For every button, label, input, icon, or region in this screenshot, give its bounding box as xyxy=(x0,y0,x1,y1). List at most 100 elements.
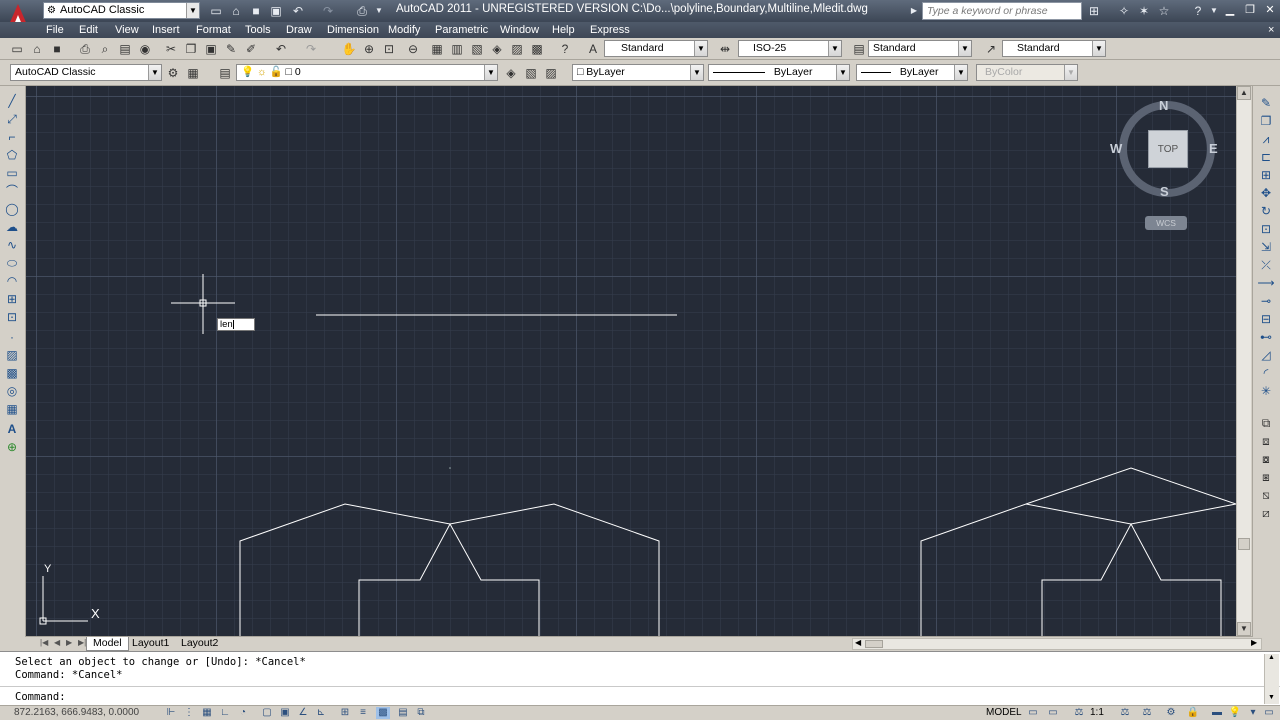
multileader-style-icon[interactable]: ↗ xyxy=(982,40,1000,58)
dimension-style-icon[interactable]: ⇹ xyxy=(716,40,734,58)
coordinate-readout[interactable]: 872.2163, 666.9483, 0.0000 xyxy=(14,707,139,718)
restore-button[interactable]: ❐ xyxy=(1242,3,1258,17)
3d-osnap-icon[interactable]: ▣ xyxy=(278,707,292,719)
annotation-scale-value[interactable]: 1:1 xyxy=(1090,707,1104,718)
tab-layout1[interactable]: Layout1 xyxy=(126,637,175,651)
point-icon[interactable]: · xyxy=(3,328,21,346)
join-icon[interactable]: ⊷ xyxy=(1257,328,1275,346)
viewcube-top-face[interactable]: TOP xyxy=(1148,130,1188,168)
qat-dropdown-icon[interactable]: ▼ xyxy=(371,3,387,19)
wcs-menu-button[interactable]: WCS xyxy=(1145,216,1187,230)
menu-parametric[interactable]: Parametric xyxy=(435,22,488,38)
grid-display-icon[interactable]: ▦ xyxy=(200,707,214,719)
menu-window[interactable]: Window xyxy=(500,22,539,38)
scale-icon[interactable]: ⊡ xyxy=(1257,220,1275,238)
polar-tracking-icon[interactable]: ◔ xyxy=(236,707,250,719)
clean-screen-icon[interactable]: ▭ xyxy=(1262,707,1276,719)
break-icon[interactable]: ⊟ xyxy=(1257,310,1275,328)
add-selected-icon[interactable]: ⊕ xyxy=(3,438,21,456)
hardware-acceleration-icon[interactable]: ▬ xyxy=(1210,707,1224,719)
layer-properties-icon[interactable]: ▤ xyxy=(216,64,234,82)
table-style-select[interactable]: Standard ▼ xyxy=(868,40,972,57)
undo-icon[interactable]: ↶ xyxy=(272,40,290,58)
mirror-icon[interactable]: ⩘ xyxy=(1257,130,1275,148)
compass-south[interactable]: S xyxy=(1160,184,1169,199)
send-under-icon[interactable]: ⧅ xyxy=(1257,486,1275,504)
construction-line-icon[interactable]: ⤢ xyxy=(3,110,21,128)
tool-palettes-icon[interactable]: ▧ xyxy=(468,40,486,58)
scroll-up-icon[interactable]: ▲ xyxy=(1237,86,1251,100)
vertical-scrollbar[interactable]: ▲ ▼ xyxy=(1236,86,1251,637)
layer-select[interactable]: 💡 ☼ 🔓 □ 0 ▼ xyxy=(236,64,498,81)
text-to-front-icon[interactable]: ⧄ xyxy=(1257,504,1275,522)
compass-north[interactable]: N xyxy=(1159,98,1168,113)
fillet-icon[interactable]: ◜ xyxy=(1257,364,1275,382)
match-properties-icon[interactable]: ✎ xyxy=(222,40,240,58)
workspace-switcher[interactable]: ⚙ AutoCAD Classic ▼ xyxy=(43,2,200,19)
customize-icon[interactable]: ▦ xyxy=(184,64,202,82)
minimize-button[interactable]: ▁ xyxy=(1222,3,1238,17)
scroll-down-icon[interactable]: ▼ xyxy=(1268,694,1275,701)
hscroll-thumb[interactable] xyxy=(865,640,883,648)
scroll-right-icon[interactable]: ▶ xyxy=(1251,638,1257,647)
color-select[interactable]: □ ByLayer ▼ xyxy=(572,64,704,81)
workspace-settings-icon[interactable]: ⚙ xyxy=(164,64,182,82)
object-snap-icon[interactable]: ▢ xyxy=(260,707,274,719)
polygon-icon[interactable]: ⬠ xyxy=(3,146,21,164)
dynamic-input-icon[interactable]: ⊞ xyxy=(338,707,352,719)
drawing-canvas[interactable]: . len Y X N S E W TOP WCS xyxy=(26,86,1236,637)
first-tab-icon[interactable]: |◀ xyxy=(40,638,48,647)
table-icon[interactable]: ▦ xyxy=(3,400,21,418)
3d-dwf-icon[interactable]: ◉ xyxy=(136,40,154,58)
move-icon[interactable]: ✥ xyxy=(1257,184,1275,202)
chamfer-icon[interactable]: ◿ xyxy=(1257,346,1275,364)
menu-edit[interactable]: Edit xyxy=(79,22,98,38)
snap-mode-icon[interactable]: ⋮ xyxy=(182,707,196,719)
new-icon[interactable]: ▭ xyxy=(208,3,224,19)
annotation-visibility-icon[interactable]: ⚖ xyxy=(1118,707,1132,719)
offset-icon[interactable]: ⊏ xyxy=(1257,148,1275,166)
selection-cycling-icon[interactable]: ⧉ xyxy=(414,707,428,719)
save-icon[interactable]: ■ xyxy=(248,3,264,19)
scroll-left-icon[interactable]: ◀ xyxy=(855,638,861,647)
menu-close-icon[interactable]: × xyxy=(1268,22,1274,38)
allow-dynamic-ucs-icon[interactable]: ⊾ xyxy=(314,707,328,719)
compass-west[interactable]: W xyxy=(1110,141,1122,156)
toolbar-lock-icon[interactable]: 🔒 xyxy=(1186,707,1200,719)
help-icon[interactable]: ? xyxy=(1190,3,1206,19)
menu-help[interactable]: Help xyxy=(552,22,575,38)
bring-to-front-icon[interactable]: ⧈ xyxy=(1257,432,1275,450)
transparency-icon[interactable]: ▩ xyxy=(376,707,390,719)
infer-constraints-icon[interactable]: ⊩ xyxy=(164,707,178,719)
design-center-icon[interactable]: ▥ xyxy=(448,40,466,58)
close-button[interactable]: ✕ xyxy=(1262,3,1278,17)
menu-draw[interactable]: Draw xyxy=(286,22,312,38)
make-block-icon[interactable]: ⊡ xyxy=(3,308,21,326)
stretch-icon[interactable]: ⇲ xyxy=(1257,238,1275,256)
help-icon[interactable]: ? xyxy=(556,40,574,58)
sheet-set-icon[interactable]: ◈ xyxy=(488,40,506,58)
draw-order-icon[interactable]: ⧉ xyxy=(1257,414,1275,432)
subscription-icon[interactable]: ✧ xyxy=(1116,3,1132,19)
insert-block-icon[interactable]: ⊞ xyxy=(3,290,21,308)
copy-icon[interactable]: ❐ xyxy=(1257,112,1275,130)
ellipse-arc-icon[interactable]: ◠ xyxy=(3,272,21,290)
properties-icon[interactable]: ▦ xyxy=(428,40,446,58)
erase-icon[interactable]: ✎ xyxy=(1257,94,1275,112)
workspace-switching-icon[interactable]: ⚙ xyxy=(1164,707,1178,719)
isolate-objects-icon[interactable]: 💡 xyxy=(1228,707,1242,719)
open-icon[interactable]: ⌂ xyxy=(228,3,244,19)
menu-dimension[interactable]: Dimension xyxy=(327,22,379,38)
line-icon[interactable]: ╱ xyxy=(3,92,21,110)
revision-cloud-icon[interactable]: ☁ xyxy=(3,218,21,236)
favorites-icon[interactable]: ☆ xyxy=(1156,3,1172,19)
rectangle-icon[interactable]: ▭ xyxy=(3,164,21,182)
compass-east[interactable]: E xyxy=(1209,141,1218,156)
open-icon[interactable]: ⌂ xyxy=(28,40,46,58)
send-to-back-icon[interactable]: ⧇ xyxy=(1257,450,1275,468)
break-at-point-icon[interactable]: ⊸ xyxy=(1257,292,1275,310)
tab-layout2[interactable]: Layout2 xyxy=(175,637,224,651)
scroll-thumb[interactable] xyxy=(1238,538,1250,550)
multiline-text-icon[interactable]: A xyxy=(3,420,21,438)
zoom-realtime-icon[interactable]: ⊕ xyxy=(360,40,378,58)
